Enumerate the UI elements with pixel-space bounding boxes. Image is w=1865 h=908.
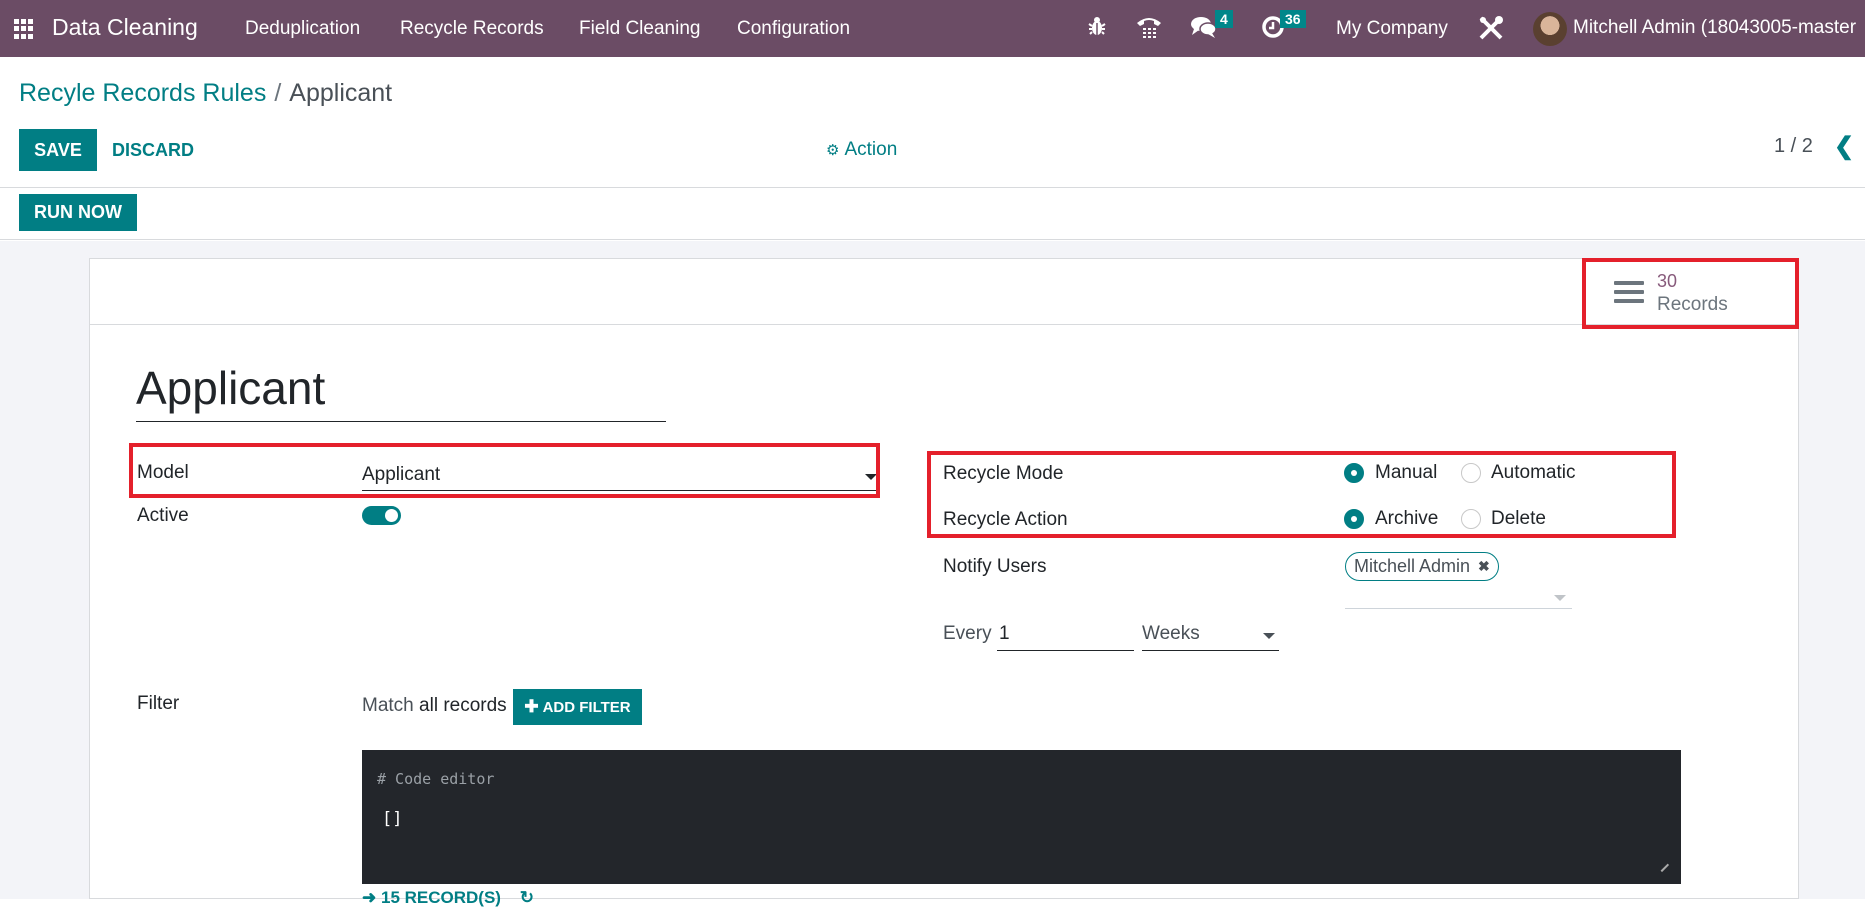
notify-user-tag-label: Mitchell Admin xyxy=(1354,556,1471,576)
interval-unit-value: Weeks xyxy=(1142,623,1200,644)
add-filter-button[interactable]: ✚ ADD FILTER xyxy=(513,689,642,725)
remove-tag-icon[interactable]: ✖ xyxy=(1478,558,1490,575)
control-panel: Recyle Records Rules / Applicant SAVE DISC… xyxy=(0,57,1865,240)
resize-handle-icon[interactable] xyxy=(1654,857,1670,873)
rule-name-input[interactable]: Applicant xyxy=(136,360,666,422)
user-avatar[interactable] xyxy=(1533,12,1567,46)
user-menu[interactable]: Mitchell Admin (18043005-master xyxy=(1573,17,1856,39)
filter-match-prefix: Match xyxy=(362,695,414,716)
filter-match-text: Match all records xyxy=(362,695,507,717)
chat-icon[interactable] xyxy=(1190,15,1218,45)
menu-field-cleaning[interactable]: Field Cleaning xyxy=(579,18,700,40)
menu-configuration[interactable]: Configuration xyxy=(737,18,850,40)
highlight-box-model xyxy=(129,443,880,498)
tools-icon[interactable] xyxy=(1477,14,1505,48)
highlight-box-recycle xyxy=(927,451,1676,538)
messages-count-badge: 4 xyxy=(1215,10,1233,28)
apps-grid-icon[interactable] xyxy=(14,19,34,39)
gear-icon: ⚙ xyxy=(826,142,840,159)
toolbar-divider xyxy=(0,187,1865,188)
filter-match-value: all records xyxy=(419,695,507,716)
discard-button[interactable]: DISCARD xyxy=(112,129,194,171)
active-toggle[interactable] xyxy=(362,506,401,525)
interval-unit-select[interactable]: Weeks xyxy=(1142,619,1279,651)
button-box: 30 Records xyxy=(90,259,1798,325)
save-button[interactable]: SAVE xyxy=(19,129,97,171)
chevron-down-icon xyxy=(1263,633,1275,639)
records-count-label: 15 RECORD(S) xyxy=(380,888,501,907)
records-link[interactable]: ➜ 15 RECORD(S) ↻ xyxy=(362,888,534,908)
company-switcher[interactable]: My Company xyxy=(1336,18,1448,40)
run-now-button[interactable]: RUN NOW xyxy=(19,194,137,231)
breadcrumb-current: Applicant xyxy=(289,79,393,107)
breadcrumb-separator: / xyxy=(274,79,282,107)
menu-deduplication[interactable]: Deduplication xyxy=(245,18,360,40)
app-name[interactable]: Data Cleaning xyxy=(52,14,198,41)
phone-icon[interactable] xyxy=(1136,15,1162,45)
breadcrumb-parent[interactable]: Recyle Records Rules xyxy=(19,79,266,107)
bug-icon[interactable] xyxy=(1088,16,1106,42)
activities-count-badge: 36 xyxy=(1280,10,1306,28)
every-label: Every xyxy=(943,623,992,644)
filter-label: Filter xyxy=(137,693,180,714)
action-label: Action xyxy=(844,139,898,160)
notify-user-tag: Mitchell Admin ✖ xyxy=(1345,552,1499,581)
interval-number-input[interactable]: 1 xyxy=(997,619,1134,651)
notify-users-input[interactable] xyxy=(1345,584,1572,609)
pager-value[interactable]: 1 / 2 xyxy=(1774,135,1813,158)
add-filter-label: ADD FILTER xyxy=(542,698,631,716)
breadcrumb: Recyle Records Rules / Applicant xyxy=(19,79,392,108)
active-label: Active xyxy=(137,505,189,526)
top-navbar: Data Cleaning Deduplication Recycle Reco… xyxy=(0,0,1865,57)
code-editor[interactable]: # Code editor [] xyxy=(362,750,1681,884)
highlight-box-records xyxy=(1582,258,1799,329)
chevron-down-icon xyxy=(1554,595,1566,601)
code-editor-value: [] xyxy=(382,809,403,829)
action-menu-button[interactable]: ⚙ Action xyxy=(826,129,897,171)
refresh-icon[interactable]: ↻ xyxy=(520,888,534,907)
arrow-right-icon: ➜ xyxy=(362,888,377,907)
menu-recycle-records[interactable]: Recycle Records xyxy=(400,18,544,40)
pager-previous-icon[interactable]: ❮ xyxy=(1834,132,1854,161)
notify-users-label: Notify Users xyxy=(943,556,1047,577)
plus-icon: ✚ xyxy=(524,697,539,716)
code-editor-comment: # Code editor xyxy=(377,770,495,788)
interval-number-value: 1 xyxy=(999,623,1010,644)
